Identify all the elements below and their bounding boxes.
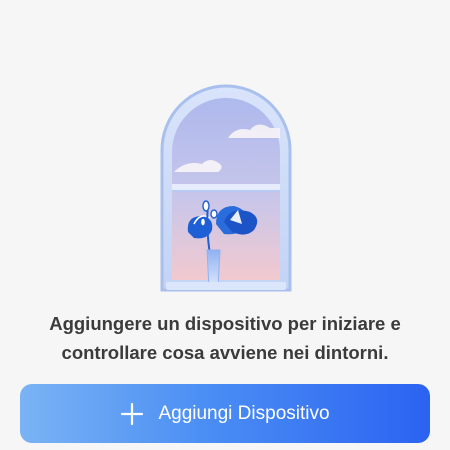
window-with-plant-illustration (160, 84, 292, 292)
empty-state-message-line2: controllare cosa avviene nei dintorni. (61, 342, 389, 363)
add-device-button[interactable]: Aggiungi Dispositivo (20, 384, 430, 443)
plus-icon (121, 402, 144, 425)
empty-devices-screen: Aggiungere un dispositivo per iniziare e… (0, 0, 450, 450)
empty-state-message-line1: Aggiungere un dispositivo per iniziare e (49, 313, 401, 334)
add-device-label: Aggiungi Dispositivo (158, 402, 330, 424)
empty-state-message: Aggiungere un dispositivo per iniziare e… (0, 309, 450, 367)
